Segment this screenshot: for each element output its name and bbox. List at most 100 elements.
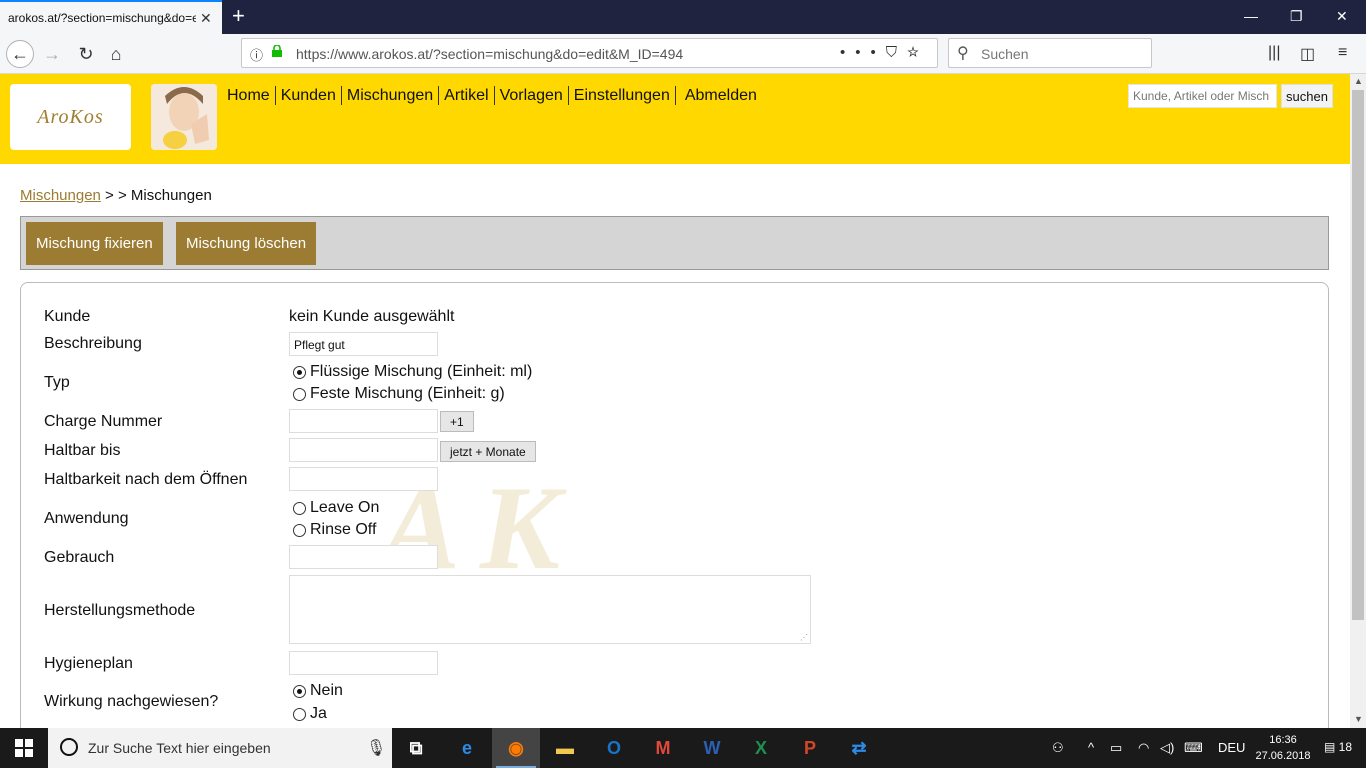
herstellung-textarea[interactable]: ⋰ xyxy=(289,575,811,644)
edge-icon[interactable]: e xyxy=(443,728,491,768)
url-bar[interactable]: ⓘ https://www.arokos.at/?section=mischun… xyxy=(241,38,938,68)
charge-increment-button[interactable]: +1 xyxy=(440,411,474,432)
teamviewer-icon[interactable]: ⇄ xyxy=(835,728,883,768)
anwendung-rinse-off-radio[interactable]: Rinse Off xyxy=(293,521,376,539)
restore-icon[interactable]: ❐ xyxy=(1290,8,1303,25)
volume-icon[interactable]: ◁) xyxy=(1160,740,1174,756)
gmail-icon[interactable]: M xyxy=(639,728,687,768)
fix-mixture-button[interactable]: Mischung fixieren xyxy=(26,222,163,265)
library-icon[interactable]: ||| xyxy=(1268,44,1280,62)
radio-unchecked-icon xyxy=(293,501,306,515)
browser-tab[interactable]: arokos.at/?section=mischung&do=e ✕ xyxy=(0,0,222,34)
wirkung-ja-radio[interactable]: Ja xyxy=(293,705,327,723)
outlook-icon[interactable]: O xyxy=(590,728,638,768)
typ-fest-radio[interactable]: Feste Mischung (Einheit: g) xyxy=(293,385,505,403)
charge-input[interactable] xyxy=(289,409,438,433)
nav-kunden[interactable]: Kunden xyxy=(276,86,342,105)
radio-checked-icon xyxy=(293,684,306,698)
typ-fluessig-label: Flüssige Mischung (Einheit: ml) xyxy=(310,363,533,380)
typ-fest-label: Feste Mischung (Einheit: g) xyxy=(310,385,505,402)
people-icon[interactable]: ⚇ xyxy=(1052,740,1064,756)
minimize-icon[interactable]: — xyxy=(1244,8,1258,24)
excel-icon[interactable]: X xyxy=(737,728,785,768)
task-view-icon[interactable]: ⧉ xyxy=(392,728,440,768)
hygiene-input[interactable] xyxy=(289,651,438,675)
notification-center-icon[interactable]: ▤ 18 xyxy=(1324,740,1352,754)
main-nav: Home Kunden Mischungen Artikel Vorlagen … xyxy=(222,86,762,105)
reload-button[interactable]: ↻ xyxy=(72,40,100,68)
nav-artikel[interactable]: Artikel xyxy=(439,86,495,105)
nav-mischungen[interactable]: Mischungen xyxy=(342,86,440,105)
oeffnen-label: Haltbarkeit nach dem Öffnen xyxy=(44,471,248,488)
browser-search-input[interactable]: ⚲ Suchen xyxy=(948,38,1152,68)
scroll-down-icon[interactable]: ▼ xyxy=(1354,714,1363,724)
close-icon[interactable]: ✕ xyxy=(200,10,212,27)
language-indicator[interactable]: DEU xyxy=(1218,740,1245,755)
wifi-icon[interactable]: ◠ xyxy=(1138,740,1149,756)
sidebar-icon[interactable]: ◫ xyxy=(1300,44,1315,64)
windows-taskbar: Zur Suche Text hier eingeben 🎙 ⧉ e ◉ ▬ O… xyxy=(0,728,1366,768)
typ-fluessig-radio[interactable]: Flüssige Mischung (Einheit: ml) xyxy=(293,363,532,381)
haltbar-months-button[interactable]: jetzt + Monate xyxy=(440,441,536,462)
home-button[interactable]: ⌂ xyxy=(102,40,130,68)
clock[interactable]: 16:36 27.06.2018 xyxy=(1254,732,1312,764)
show-hidden-icons[interactable]: ^ xyxy=(1088,740,1094,755)
start-button[interactable] xyxy=(0,728,48,768)
site-search-input[interactable]: Kunde, Artikel oder Misch xyxy=(1128,84,1277,108)
site-search-button[interactable]: suchen xyxy=(1281,84,1333,108)
taskbar-search-input[interactable]: Zur Suche Text hier eingeben 🎙 xyxy=(48,728,392,768)
nav-home[interactable]: Home xyxy=(222,86,276,105)
page-scrollbar[interactable]: ▲ ▼ xyxy=(1350,74,1366,728)
tab-title: arokos.at/?section=mischung&do=e xyxy=(8,11,196,25)
keyboard-icon[interactable]: ⌨ xyxy=(1184,740,1203,756)
wirkung-ja-label: Ja xyxy=(310,705,327,722)
site-header: AroKos Home Kunden Mischungen Artikel Vo… xyxy=(0,74,1350,164)
powerpoint-icon[interactable]: P xyxy=(786,728,834,768)
gebrauch-label: Gebrauch xyxy=(44,549,115,566)
haltbar-input[interactable] xyxy=(289,438,438,462)
back-button[interactable]: ← xyxy=(6,40,34,68)
beschreibung-label: Beschreibung xyxy=(44,335,142,352)
scroll-up-icon[interactable]: ▲ xyxy=(1354,76,1363,86)
file-explorer-icon[interactable]: ▬ xyxy=(541,728,589,768)
battery-icon[interactable]: ▭ xyxy=(1110,740,1122,756)
notification-count: 18 xyxy=(1338,740,1353,754)
kunde-value: kein Kunde ausgewählt xyxy=(289,308,455,325)
new-tab-button[interactable]: + xyxy=(232,3,245,29)
clock-date: 27.06.2018 xyxy=(1255,750,1311,762)
nav-vorlagen[interactable]: Vorlagen xyxy=(495,86,569,105)
charge-label: Charge Nummer xyxy=(44,413,163,430)
action-bar: Mischung fixieren Mischung löschen xyxy=(20,216,1329,270)
lock-icon xyxy=(272,45,282,57)
forward-button[interactable]: → xyxy=(38,40,66,68)
gebrauch-input[interactable] xyxy=(289,545,438,569)
page-actions-icons[interactable]: •••⛉☆ xyxy=(840,44,929,61)
delete-mixture-button[interactable]: Mischung löschen xyxy=(176,222,317,265)
menu-icon[interactable]: ≡ xyxy=(1338,44,1347,62)
oeffnen-input[interactable] xyxy=(289,467,438,491)
wirkung-nein-label: Nein xyxy=(310,682,343,699)
resize-grip-icon[interactable]: ⋰ xyxy=(800,633,808,642)
anwendung-label: Anwendung xyxy=(44,510,129,527)
browser-tab-bar: arokos.at/?section=mischung&do=e ✕ + — ❐… xyxy=(0,0,1366,34)
kunde-label: Kunde xyxy=(44,308,91,325)
word-icon[interactable]: W xyxy=(688,728,736,768)
browser-search-placeholder: Suchen xyxy=(981,46,1029,62)
nav-einstellungen[interactable]: Einstellungen xyxy=(569,86,676,105)
radio-unchecked-icon xyxy=(293,523,306,537)
close-window-icon[interactable]: ✕ xyxy=(1336,8,1348,25)
breadcrumb-link[interactable]: Mischungen xyxy=(20,187,101,204)
face-image xyxy=(151,84,217,150)
wirkung-nein-radio[interactable]: Nein xyxy=(293,682,343,700)
beschreibung-input[interactable]: Pflegt gut xyxy=(289,332,438,356)
anwendung-leave-on-radio[interactable]: Leave On xyxy=(293,499,379,517)
clock-time: 16:36 xyxy=(1269,734,1297,746)
microphone-icon[interactable]: 🎙 xyxy=(366,738,386,758)
scrollbar-thumb[interactable] xyxy=(1352,90,1364,620)
info-icon[interactable]: ⓘ xyxy=(250,45,263,64)
radio-checked-icon xyxy=(293,365,306,379)
nav-abmelden[interactable]: Abmelden xyxy=(676,86,762,105)
firefox-icon[interactable]: ◉ xyxy=(492,728,540,768)
site-logo[interactable]: AroKos xyxy=(10,84,131,150)
search-icon: ⚲ xyxy=(957,45,969,62)
